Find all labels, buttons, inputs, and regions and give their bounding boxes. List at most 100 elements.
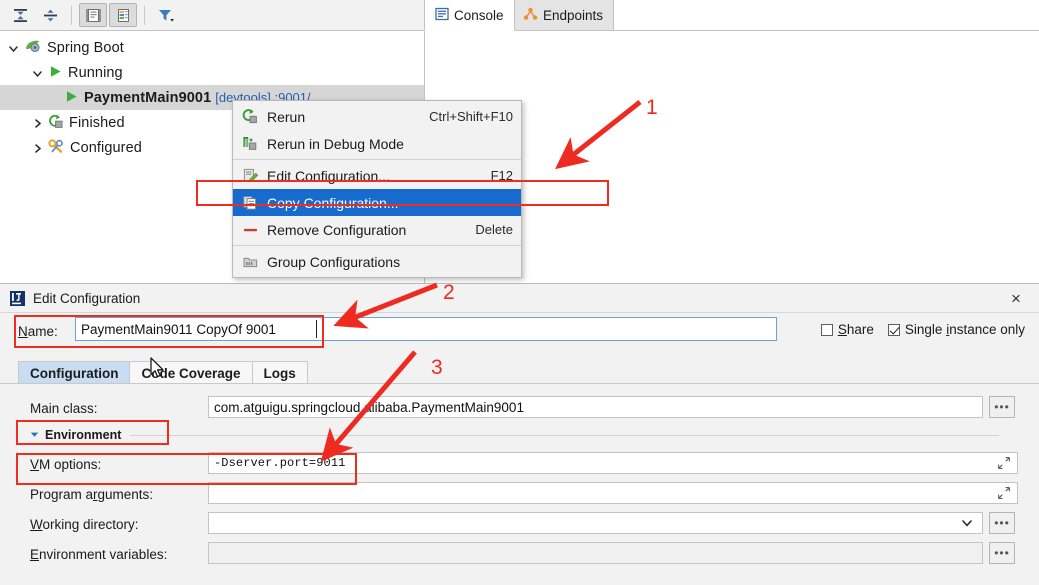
show-console-icon[interactable]	[79, 3, 107, 27]
text-caret	[316, 320, 317, 338]
run-icon	[48, 64, 63, 82]
form-row-vm-options: VM options:	[0, 449, 1039, 479]
edit-configuration-dialog: Edit Configuration × Name: Share Single …	[0, 283, 1039, 585]
environment-variables-label: Environment variables:	[30, 546, 168, 562]
tree-node-label: Running	[68, 64, 123, 81]
tree-node-finished[interactable]: Finished	[32, 110, 125, 135]
single-instance-checkbox[interactable]: Single instance only	[887, 322, 1025, 337]
console-icon	[435, 7, 449, 24]
section-divider	[130, 435, 999, 436]
tab-configuration[interactable]: Configuration	[18, 361, 131, 384]
tab-endpoints-label: Endpoints	[543, 7, 604, 23]
expand-all-icon[interactable]	[6, 3, 34, 27]
main-class-browse-button[interactable]: •••	[989, 396, 1015, 418]
tab-endpoints[interactable]: Endpoints	[512, 0, 615, 31]
chevron-down-icon[interactable]	[960, 516, 974, 530]
collapse-all-icon[interactable]	[36, 3, 64, 27]
menu-item-group-configurations[interactable]: Group Configurations	[233, 248, 521, 275]
run-toolbar	[0, 0, 424, 31]
chevron-right-icon[interactable]	[32, 117, 43, 128]
tab-code-coverage[interactable]: Code Coverage	[129, 361, 253, 384]
run-icon	[64, 89, 79, 107]
dialog-options: Share Single instance only	[820, 322, 1025, 337]
menu-separator	[233, 159, 521, 160]
run-tabstrip: Console Endpoints	[424, 0, 1039, 31]
tab-logs[interactable]: Logs	[251, 361, 308, 384]
menu-separator-2	[233, 245, 521, 246]
working-directory-input[interactable]	[208, 512, 983, 534]
tree-node-label: Spring Boot	[47, 39, 124, 56]
environment-section-title: Environment	[30, 428, 121, 442]
dialog-name-row: Name: Share Single instance only	[0, 312, 1039, 352]
intellij-idea-icon	[10, 290, 25, 306]
program-arguments-label: Program arguments:	[30, 486, 154, 502]
finished-icon	[48, 114, 64, 132]
group-configurations-icon	[239, 253, 261, 271]
menu-item-label: Rerun in Debug Mode	[267, 135, 404, 152]
edit-configuration-icon	[239, 167, 261, 185]
show-output-icon[interactable]	[109, 3, 137, 27]
form-row-environment-variables: Environment variables: •••	[0, 539, 1039, 569]
chevron-right-icon[interactable]	[32, 142, 43, 153]
menu-item-remove-configuration[interactable]: Remove Configuration Delete	[233, 216, 521, 243]
menu-item-rerun-in-debug-mode[interactable]: Rerun in Debug Mode	[233, 130, 521, 157]
rerun-icon	[239, 108, 261, 126]
working-directory-label: Working directory:	[30, 516, 139, 532]
spring-boot-icon	[24, 38, 42, 57]
endpoints-icon	[523, 7, 538, 24]
program-arguments-input[interactable]	[208, 482, 1018, 504]
tree-node-label: Configured	[70, 139, 142, 156]
filter-icon[interactable]	[152, 3, 180, 27]
tree-node-running[interactable]: Running	[32, 60, 123, 85]
form-row-program-arguments: Program arguments:	[0, 479, 1039, 509]
menu-item-label: Edit Configuration...	[267, 167, 390, 184]
toolbar-separator	[71, 5, 72, 25]
working-directory-browse-button[interactable]: •••	[989, 512, 1015, 534]
vm-options-label: VM options:	[30, 456, 102, 472]
menu-item-rerun[interactable]: Rerun Ctrl+Shift+F10	[233, 103, 521, 130]
chevron-down-icon[interactable]	[32, 67, 43, 78]
menu-item-label: Group Configurations	[267, 253, 401, 270]
main-class-input[interactable]	[208, 396, 983, 418]
menu-item-label: Rerun	[267, 108, 306, 125]
vm-options-expand-icon[interactable]	[997, 456, 1011, 470]
menu-item-label: Copy Configuration...	[267, 194, 399, 211]
dialog-title: Edit Configuration	[33, 290, 141, 306]
tree-node-configured[interactable]: Configured	[32, 135, 142, 160]
environment-variables-browse-button[interactable]: •••	[989, 542, 1015, 564]
environment-variables-input[interactable]	[208, 542, 983, 564]
copy-configuration-icon	[239, 194, 261, 212]
tree-node-spring-boot[interactable]: Spring Boot	[8, 35, 124, 60]
menu-item-accelerator: Delete	[475, 222, 513, 237]
main-class-label: Main class:	[30, 400, 98, 416]
menu-item-accelerator: F12	[490, 168, 513, 183]
dialog-titlebar: Edit Configuration ×	[0, 284, 1039, 312]
close-icon[interactable]: ×	[1005, 289, 1027, 309]
program-arguments-expand-icon[interactable]	[997, 486, 1011, 500]
toolbar-separator-2	[144, 5, 145, 25]
name-label: Name:	[18, 324, 58, 339]
run-tool-window: Console Endpoints Spring Boot Running Pa…	[0, 0, 1039, 283]
share-checkbox[interactable]: Share	[820, 322, 874, 337]
checkbox-box	[820, 323, 833, 336]
triangle-down-icon[interactable]	[30, 428, 39, 442]
tab-console-label: Console	[454, 7, 504, 23]
menu-item-edit-configuration[interactable]: Edit Configuration... F12	[233, 162, 521, 189]
tab-console[interactable]: Console	[424, 0, 515, 31]
environment-section-header[interactable]: Environment	[0, 423, 1039, 449]
tree-node-label: PaymentMain9001	[84, 89, 212, 106]
checkbox-box-checked	[887, 323, 900, 336]
mouse-cursor	[150, 357, 168, 384]
chevron-down-icon[interactable]	[8, 42, 19, 53]
environment-label: Environment	[45, 428, 122, 442]
remove-configuration-icon	[239, 221, 261, 239]
single-instance-label: Single instance only	[904, 322, 1025, 337]
form-row-main-class: Main class: •••	[0, 393, 1039, 423]
menu-item-label: Remove Configuration	[267, 221, 407, 238]
menu-item-copy-configuration[interactable]: Copy Configuration...	[233, 189, 521, 216]
configuration-form: Main class: ••• Environment VM options:	[0, 384, 1039, 569]
configured-icon	[48, 138, 65, 157]
name-input[interactable]	[75, 317, 777, 341]
vm-options-input[interactable]	[208, 452, 1018, 474]
run-configuration-context-menu: Rerun Ctrl+Shift+F10 Rerun in Debug Mode	[232, 100, 522, 278]
